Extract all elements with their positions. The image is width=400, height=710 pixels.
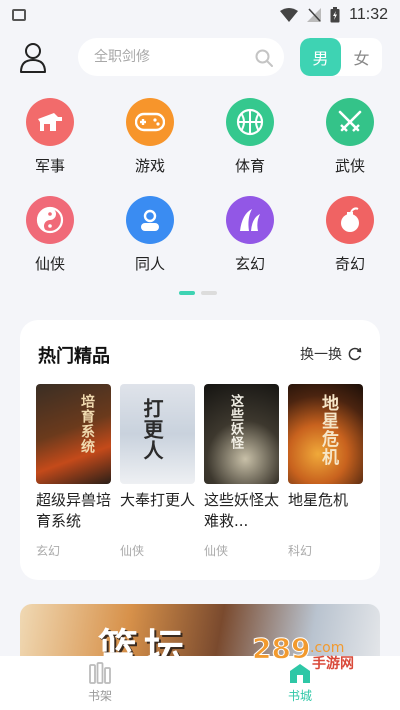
category-fanfic[interactable]: 同人 bbox=[100, 196, 200, 274]
page-dot-active bbox=[179, 291, 195, 295]
category-icon-bg bbox=[126, 196, 174, 244]
book-cover-title: 打更人 bbox=[140, 398, 164, 461]
book-title: 大奉打更人 bbox=[120, 491, 195, 509]
category-icon-bg bbox=[26, 196, 74, 244]
book-genre: 仙侠 bbox=[120, 544, 145, 558]
clock: 11:32 bbox=[349, 6, 388, 23]
book-item[interactable]: 这些妖怪 这些妖怪太难救... 仙侠 bbox=[204, 384, 279, 559]
category-grid: 军事 游戏 体育 武侠 仙侠 同人 玄幻 奇幻 bbox=[0, 98, 400, 274]
book-item[interactable]: 打更人 大奉打更人 仙侠 bbox=[120, 384, 195, 559]
category-fantasy[interactable]: 玄幻 bbox=[200, 196, 300, 274]
profile-button[interactable] bbox=[18, 40, 48, 74]
nav-bookshelf[interactable]: 书架 bbox=[0, 656, 200, 710]
nav-bookshelf-label: 书架 bbox=[87, 689, 112, 703]
category-game[interactable]: 游戏 bbox=[100, 98, 200, 176]
book-title: 这些妖怪太难救... bbox=[204, 491, 279, 530]
gamepad-icon bbox=[135, 112, 165, 132]
category-label: 仙侠 bbox=[34, 255, 65, 273]
yin-yang-icon bbox=[36, 206, 64, 234]
category-label: 武侠 bbox=[334, 157, 365, 175]
category-magic[interactable]: 奇幻 bbox=[300, 196, 400, 274]
category-icon-bg bbox=[226, 196, 274, 244]
gender-male-option[interactable]: 男 bbox=[300, 38, 341, 76]
hot-picks-title: 热门精品 bbox=[38, 346, 110, 367]
book-cover-title: 地星危机 bbox=[318, 394, 338, 466]
book-cover: 这些妖怪 bbox=[204, 384, 279, 484]
hot-picks-card: 热门精品 换一换 培育系统 超级异兽培育系统 玄幻 打更人 大奉打更人 仙侠 这… bbox=[20, 320, 380, 580]
book-cover-title: 培育系统 bbox=[79, 394, 95, 454]
category-wuxia[interactable]: 武侠 bbox=[300, 98, 400, 176]
mountain-icon bbox=[240, 209, 260, 231]
search-icon[interactable] bbox=[254, 48, 274, 68]
gender-toggle: 男 女 bbox=[300, 38, 382, 76]
category-label: 军事 bbox=[34, 157, 65, 175]
category-military[interactable]: 军事 bbox=[0, 98, 100, 176]
refresh-icon bbox=[348, 347, 362, 361]
book-genre: 科幻 bbox=[288, 544, 313, 558]
site-watermark-logo: 289 .com 手游网 bbox=[250, 628, 380, 673]
svg-text:289: 289 bbox=[252, 632, 310, 665]
crossed-swords-icon bbox=[338, 110, 362, 132]
basketball-icon bbox=[236, 108, 264, 136]
battery-charging-icon bbox=[330, 7, 340, 23]
refresh-button[interactable]: 换一换 bbox=[300, 344, 362, 364]
svg-text:手游网: 手游网 bbox=[312, 655, 354, 670]
gender-female-option[interactable]: 女 bbox=[341, 38, 382, 76]
category-label: 体育 bbox=[234, 157, 265, 175]
book-item[interactable]: 培育系统 超级异兽培育系统 玄幻 bbox=[36, 384, 111, 559]
book-title: 超级异兽培育系统 bbox=[36, 491, 111, 530]
book-list: 培育系统 超级异兽培育系统 玄幻 打更人 大奉打更人 仙侠 这些妖怪 这些妖怪太… bbox=[36, 384, 363, 559]
status-bar: 11:32 bbox=[0, 0, 400, 30]
book-title: 地星危机 bbox=[288, 491, 349, 509]
status-icons: 11:32 bbox=[280, 6, 388, 24]
user-icon bbox=[20, 43, 46, 73]
wifi-icon bbox=[280, 8, 299, 22]
category-label: 同人 bbox=[134, 255, 165, 273]
bomb-icon bbox=[341, 207, 359, 232]
category-icon-bg bbox=[26, 98, 74, 146]
category-sports[interactable]: 体育 bbox=[200, 98, 300, 176]
category-icon-bg bbox=[126, 98, 174, 146]
book-cover: 打更人 bbox=[120, 384, 195, 484]
watermark-logo-icon: 289 .com 手游网 bbox=[252, 632, 355, 673]
category-icon-bg bbox=[326, 98, 374, 146]
svg-text:.com: .com bbox=[310, 640, 344, 656]
book-cover: 地星危机 bbox=[288, 384, 363, 484]
book-cover-title: 这些妖怪 bbox=[228, 394, 243, 450]
book-genre: 玄幻 bbox=[36, 544, 61, 558]
category-xianxia[interactable]: 仙侠 bbox=[0, 196, 100, 274]
no-signal-icon bbox=[307, 8, 322, 22]
category-label: 奇幻 bbox=[334, 255, 365, 273]
category-icon-bg bbox=[326, 196, 374, 244]
book-genre: 仙侠 bbox=[204, 544, 229, 558]
gallery-notification-icon bbox=[12, 9, 26, 21]
category-label: 游戏 bbox=[134, 157, 165, 175]
category-icon-bg bbox=[226, 98, 274, 146]
page-dot bbox=[201, 291, 217, 295]
nav-bookstore-label: 书城 bbox=[287, 689, 312, 703]
person-icon bbox=[141, 209, 159, 231]
bookshelf-icon bbox=[89, 662, 111, 684]
tank-icon bbox=[38, 113, 62, 131]
book-cover: 培育系统 bbox=[36, 384, 111, 484]
header: 男 女 bbox=[0, 36, 400, 80]
book-item[interactable]: 地星危机 地星危机 科幻 bbox=[288, 384, 363, 559]
category-label: 玄幻 bbox=[234, 255, 265, 273]
refresh-label: 换一换 bbox=[300, 347, 342, 363]
page-indicator bbox=[179, 291, 217, 295]
